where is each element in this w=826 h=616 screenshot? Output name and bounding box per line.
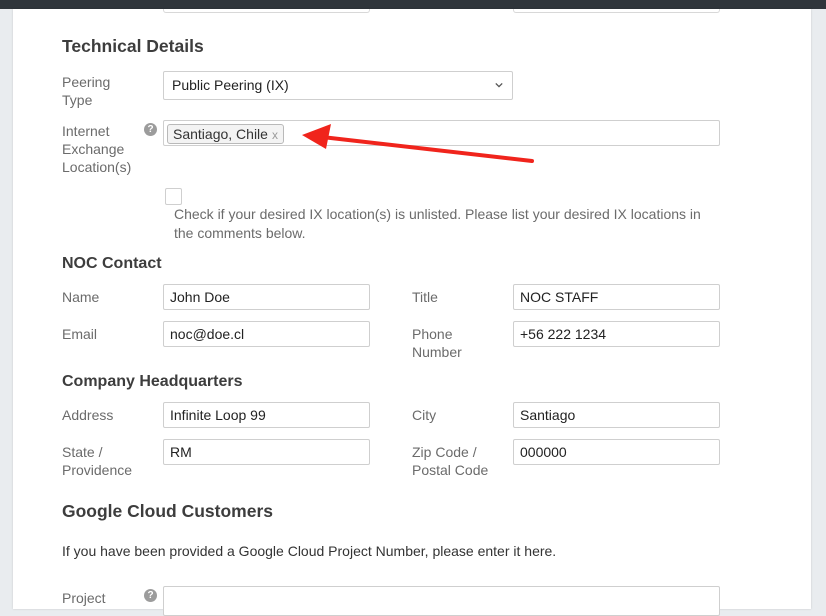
annotation-arrow-icon [302,124,534,163]
